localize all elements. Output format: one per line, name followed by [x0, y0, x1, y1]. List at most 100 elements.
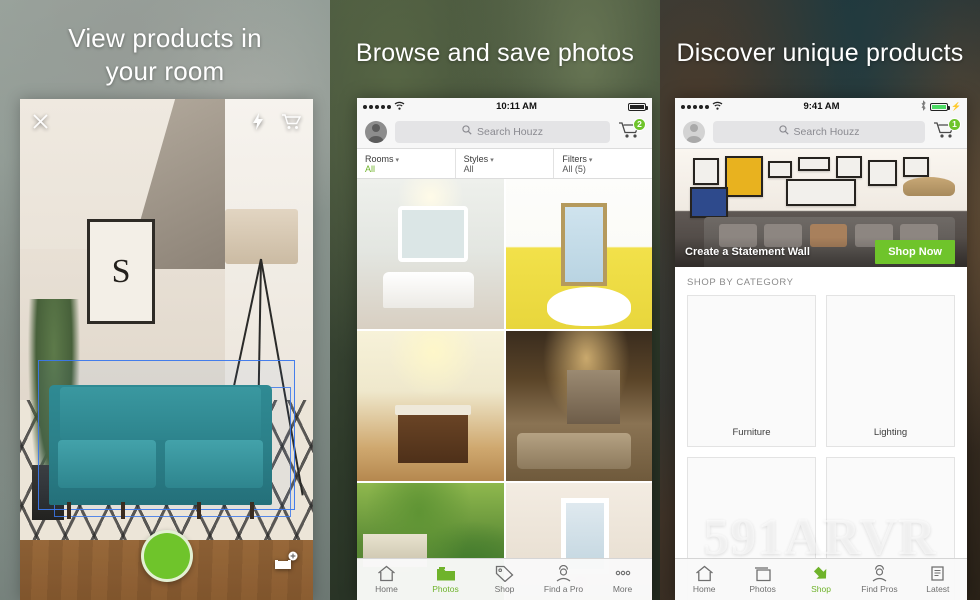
photo-thumbnail[interactable]	[357, 179, 504, 329]
add-furniture-icon[interactable]	[273, 551, 299, 578]
tab-shop-label: Shop	[494, 584, 515, 594]
tab-photos[interactable]: Photos	[733, 565, 791, 594]
cart-button[interactable]: 2	[618, 117, 646, 144]
framed-art	[902, 156, 930, 177]
bluetooth-icon	[920, 100, 927, 113]
latest-icon	[928, 565, 947, 582]
category-card-lighting[interactable]: Lighting	[826, 295, 955, 447]
category-label: Lighting	[873, 427, 908, 438]
tab-more[interactable]: More	[593, 565, 652, 594]
filter-rooms-value: All	[365, 163, 376, 174]
hero-title: Create a Statement Wall	[685, 246, 810, 258]
capture-button[interactable]	[140, 530, 193, 582]
category-grid: Furniture Lighting	[675, 295, 967, 600]
chevron-down-icon: ▾	[395, 156, 400, 164]
framed-art	[768, 160, 792, 179]
photo-grid	[357, 179, 652, 600]
panel-3-title: Discover unique products	[676, 39, 964, 67]
hero-banner[interactable]: Create a Statement Wall Shop Now	[675, 149, 967, 267]
ar-sofa-leg	[120, 502, 125, 520]
home-icon	[695, 565, 714, 582]
signal-dots-icon	[681, 104, 709, 109]
tab-shop[interactable]: Shop	[792, 565, 850, 594]
tab-home-label: Home	[692, 584, 716, 594]
ar-camera-view[interactable]: S	[20, 99, 313, 600]
panel-discover-products: Discover unique products 9:41 AM ⚡ Searc…	[660, 0, 980, 600]
search-icon	[778, 125, 789, 138]
close-icon[interactable]	[32, 113, 49, 135]
search-input[interactable]: Search Houzz	[713, 120, 925, 143]
search-input[interactable]: Search Houzz	[395, 120, 610, 143]
tab-find-a-pro[interactable]: Find a Pro	[534, 565, 593, 594]
cart-button[interactable]: 1	[933, 117, 961, 144]
filter-filters-value: All (5)	[562, 163, 586, 174]
cart-icon[interactable]	[281, 113, 302, 135]
filter-rooms[interactable]: Rooms ▾ All	[357, 149, 456, 178]
tab-photos[interactable]: Photos	[416, 565, 475, 594]
status-bar-right: ⚡	[920, 100, 961, 113]
filter-filters[interactable]: Filters ▾ All (5)	[554, 149, 652, 178]
ar-sofa-back	[60, 386, 261, 440]
signal-dots-icon	[363, 104, 391, 109]
section-header-shop-by-category: SHOP BY CATEGORY	[675, 267, 967, 295]
ar-toolbar-right	[251, 113, 302, 135]
panel-browse-photos: Browse and save photos 10:11 AM Search H…	[330, 0, 660, 600]
search-icon	[462, 125, 472, 138]
framed-art	[835, 155, 862, 179]
panel-1-title-line1: View products in	[68, 23, 262, 53]
tab-latest[interactable]: Latest	[909, 565, 967, 594]
ar-floor-lamp-shade	[225, 209, 299, 265]
tab-home[interactable]: Home	[675, 565, 733, 594]
photo-thumbnail[interactable]	[357, 331, 504, 481]
framed-poster-blue	[689, 187, 728, 218]
filter-rooms-label: Rooms	[365, 153, 394, 164]
wifi-icon	[712, 101, 723, 112]
user-avatar[interactable]	[683, 120, 705, 143]
filter-styles-value: All	[463, 163, 474, 174]
ar-toolbar	[20, 109, 313, 139]
tab-home[interactable]: Home	[357, 565, 416, 594]
filter-styles-label: Styles	[463, 153, 489, 164]
filter-filters-label: Filters	[562, 153, 587, 164]
ar-sofa-leg	[67, 502, 72, 520]
photos-icon	[436, 565, 456, 582]
phone-mockup-shop: 9:41 AM ⚡ Search Houzz 1 Create a Statem…	[675, 98, 967, 600]
chevron-down-icon: ▾	[588, 156, 593, 164]
photo-thumbnail[interactable]	[505, 331, 652, 481]
shop-now-button[interactable]: Shop Now	[875, 240, 955, 264]
charging-bolt-icon: ⚡	[951, 102, 961, 111]
flash-icon[interactable]	[251, 113, 265, 135]
category-card-furniture[interactable]: Furniture	[687, 295, 816, 447]
nav-bar: Search Houzz 1	[675, 115, 967, 149]
cart-badge: 1	[948, 117, 961, 131]
tab-photos-label: Photos	[432, 584, 459, 594]
chevron-down-icon: ▾	[490, 156, 494, 164]
more-icon	[613, 565, 633, 582]
ar-placed-sofa[interactable]	[49, 384, 272, 520]
framed-art	[692, 158, 719, 185]
home-icon	[377, 565, 396, 582]
phone-mockup-photos: 10:11 AM Search Houzz 2 Rooms ▾ All Styl…	[357, 98, 652, 600]
hero-pendant-lamp	[902, 177, 956, 197]
ar-wall-artwork: S	[87, 219, 155, 325]
wifi-icon	[394, 101, 405, 112]
filter-styles[interactable]: Styles ▾ All	[456, 149, 555, 178]
framed-art-large	[785, 179, 857, 206]
tab-find-pros-label: Find Pros	[861, 584, 898, 594]
panel-1-title: View products in your room	[0, 22, 330, 87]
tab-shop[interactable]: Shop	[475, 565, 534, 594]
search-placeholder: Search Houzz	[477, 125, 543, 138]
user-avatar[interactable]	[365, 120, 387, 143]
tab-find-a-pro-label: Find a Pro	[543, 584, 584, 594]
tab-home-label: Home	[375, 584, 398, 594]
search-placeholder: Search Houzz	[793, 125, 860, 138]
tab-bar: Home Photos Shop Find Pros Latest	[675, 558, 967, 600]
status-bar-left	[681, 101, 723, 112]
tab-find-pros[interactable]: Find Pros	[850, 565, 908, 594]
status-bar: 10:11 AM	[357, 98, 652, 115]
tab-more-label: More	[612, 584, 633, 594]
photos-icon	[753, 565, 773, 582]
photo-thumbnail[interactable]	[505, 179, 652, 329]
ar-sofa-cushion-left	[58, 439, 157, 488]
status-bar-time: 10:11 AM	[496, 101, 537, 112]
